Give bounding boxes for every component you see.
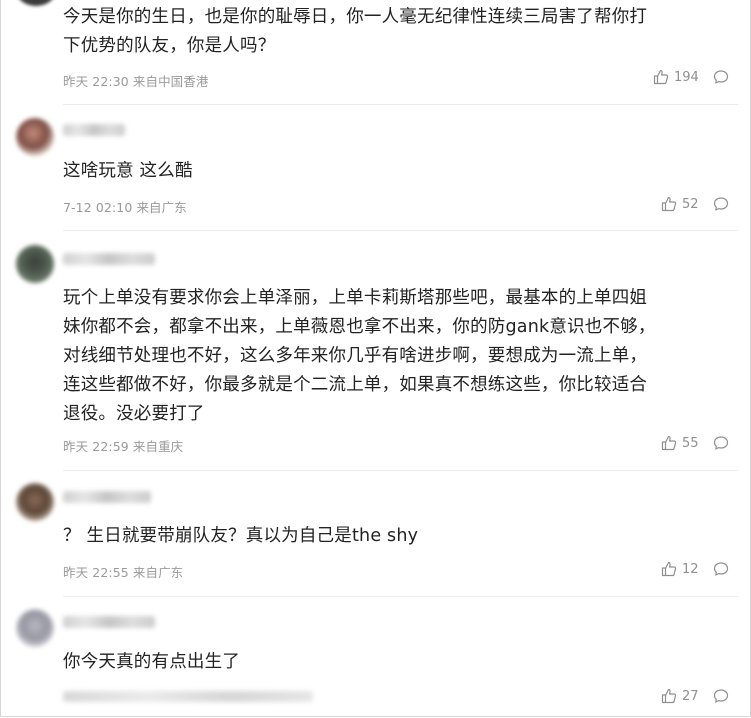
comment-text-line: 连这些都做不好，你最多就是个二流上单，如果真不想练这些，你比较适合 xyxy=(63,375,648,395)
comment-text: 这啥玩意 这么酷 xyxy=(63,161,193,181)
comment-text: 今天是你的生日，也是你的耻辱日，你一人毫无纪律性连续三局害了帮你打 下优势的队友… xyxy=(63,3,730,61)
comment-bubble-icon xyxy=(713,197,729,211)
reply-button[interactable] xyxy=(713,196,729,212)
comment-text-line: 今天是你的生日，也是你的耻辱日，你一人毫无纪律性连续三局害了帮你打 xyxy=(63,7,648,27)
comment-time: 7-12 02:10 xyxy=(63,200,133,215)
like-button[interactable]: 55 xyxy=(661,435,699,451)
comment-text-line: 对线细节处理也不好，这么多年来你几乎有啥进步啊，要想成为一流上单， xyxy=(63,346,648,366)
comment-text-line: 退役。没必要打了 xyxy=(63,404,205,424)
comment-text: ？ 生日就要带崩队友？真以为自己是the shy xyxy=(63,526,419,546)
thumbs-up-icon xyxy=(661,435,677,451)
like-count: 194 xyxy=(674,69,699,85)
username-blurred[interactable] xyxy=(63,253,155,265)
comment-time: 昨天 22:55 xyxy=(63,565,129,580)
comment-location: 来自中国香港 xyxy=(132,74,209,89)
avatar[interactable] xyxy=(16,118,54,156)
username-blurred[interactable] xyxy=(63,491,151,503)
reply-button[interactable] xyxy=(713,561,729,577)
thumbs-up-icon xyxy=(661,561,677,577)
like-button[interactable]: 194 xyxy=(653,69,699,85)
comment-location: 来自广东 xyxy=(136,200,187,215)
thumbs-up-icon xyxy=(653,69,669,85)
comment-bubble-icon xyxy=(713,70,729,84)
reply-button[interactable] xyxy=(713,69,729,85)
comment-bubble-icon xyxy=(713,436,729,450)
thumbs-up-icon xyxy=(661,196,677,212)
divider xyxy=(63,470,738,471)
comment-text-line: 下优势的队友，你是人吗？ xyxy=(63,36,276,56)
like-button[interactable]: 52 xyxy=(661,196,699,212)
divider xyxy=(63,230,738,231)
comment-bubble-icon xyxy=(713,562,729,576)
avatar[interactable] xyxy=(16,483,54,521)
comment-meta-blurred xyxy=(63,691,313,702)
divider xyxy=(63,104,738,105)
avatar[interactable] xyxy=(16,609,54,647)
avatar[interactable] xyxy=(17,0,55,6)
avatar[interactable] xyxy=(16,245,54,283)
like-count: 55 xyxy=(682,435,699,451)
comment-text: 玩个上单没有要求你会上单泽丽，上单卡莉斯塔那些吧，最基本的上单四姐 妹你都不会，… xyxy=(63,284,730,429)
comment-meta: 7-12 02:10 来自广东 xyxy=(63,197,187,216)
comment-meta: 昨天 22:55 来自广东 xyxy=(63,562,183,581)
reply-button[interactable] xyxy=(713,688,729,704)
comment-meta: 昨天 22:30 来自中国香港 xyxy=(63,71,208,90)
comment-time: 昨天 22:30 xyxy=(63,74,129,89)
divider xyxy=(63,596,738,597)
comment-text: 你今天真的有点出生了 xyxy=(63,652,240,672)
reply-button[interactable] xyxy=(713,435,729,451)
like-button[interactable]: 27 xyxy=(661,688,699,704)
username-blurred[interactable] xyxy=(63,616,155,628)
like-count: 27 xyxy=(682,688,699,704)
comment-bubble-icon xyxy=(713,689,729,703)
like-count: 52 xyxy=(682,196,699,212)
comment-time: 昨天 22:59 xyxy=(63,439,129,454)
username-blurred[interactable] xyxy=(63,124,125,136)
comment-list: 今天是你的生日，也是你的耻辱日，你一人毫无纪律性连续三局害了帮你打 下优势的队友… xyxy=(0,0,751,717)
comment-location: 来自广东 xyxy=(132,565,184,580)
comment-text-line: 玩个上单没有要求你会上单泽丽，上单卡莉斯塔那些吧，最基本的上单四姐 xyxy=(63,288,648,308)
thumbs-up-icon xyxy=(661,688,677,704)
comment-text-line: 妹你都不会，都拿不出来，上单薇恩也拿不出来，你的防gank意识也不够， xyxy=(63,317,656,337)
like-button[interactable]: 12 xyxy=(661,561,699,577)
like-count: 12 xyxy=(682,561,699,577)
comment-meta: 昨天 22:59 来自重庆 xyxy=(63,436,183,455)
comment-location: 来自重庆 xyxy=(132,439,184,454)
